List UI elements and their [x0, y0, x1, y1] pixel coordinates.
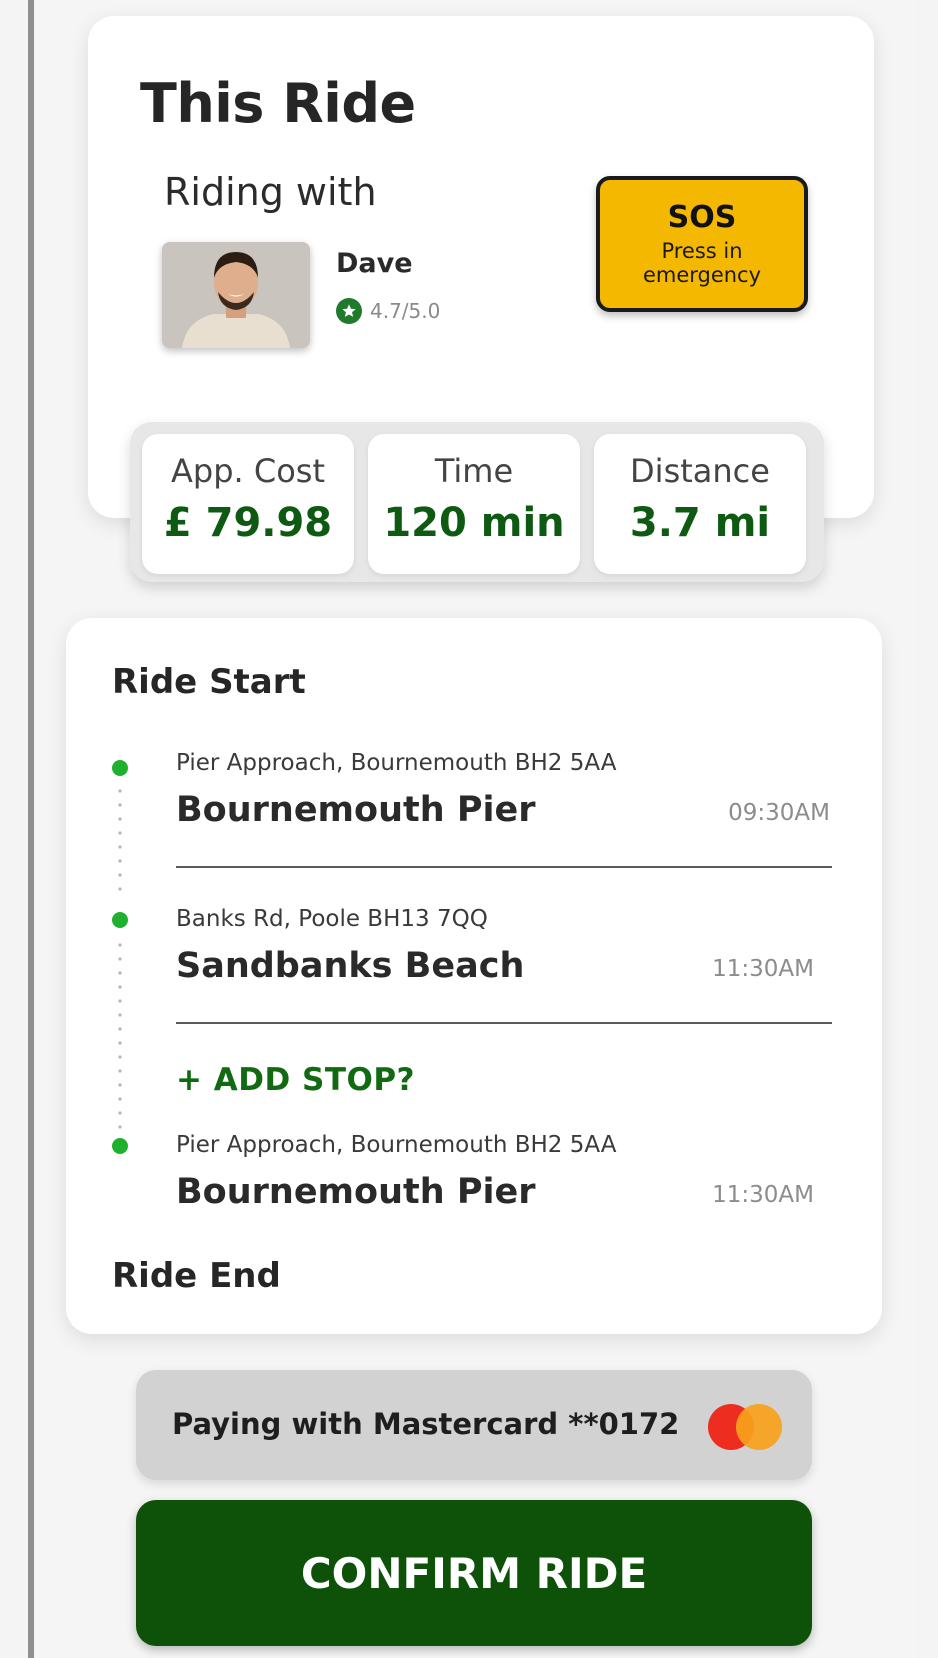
stop-name[interactable]: Sandbanks Beach: [176, 946, 524, 986]
stat-value: £ 79.98: [163, 500, 333, 546]
stat-time: Time 120 min: [368, 434, 580, 574]
add-stop-button[interactable]: + ADD STOP?: [176, 1062, 415, 1098]
sos-subtitle: Press in emergency: [642, 239, 762, 287]
mastercard-icon: [708, 1404, 782, 1450]
stop-address: Pier Approach, Bournemouth BH2 5AA: [176, 1132, 617, 1158]
route-connector: [118, 784, 122, 900]
sos-title: SOS: [667, 200, 737, 235]
stop-name[interactable]: Bournemouth Pier: [176, 1172, 535, 1212]
stop-dot-icon: [112, 1138, 128, 1154]
sos-button[interactable]: SOS Press in emergency: [596, 176, 808, 312]
stop-time: 11:30AM: [712, 956, 814, 982]
driver-name: Dave: [336, 248, 413, 279]
stop-address: Pier Approach, Bournemouth BH2 5AA: [176, 750, 617, 776]
rating-value: 4.7/5.0: [370, 299, 441, 323]
stop-address: Banks Rd, Poole BH13 7QQ: [176, 906, 488, 932]
stat-value: 3.7 mi: [629, 500, 771, 546]
stat-cost: App. Cost £ 79.98: [142, 434, 354, 574]
stat-label: Time: [434, 452, 514, 490]
star-icon: [336, 298, 362, 324]
driver-photo-icon: [162, 242, 310, 348]
payment-method-label: Paying with Mastercard **0172: [172, 1407, 680, 1441]
confirm-ride-button[interactable]: CONFIRM RIDE: [136, 1500, 812, 1646]
page-title: This Ride: [140, 72, 416, 135]
ride-end-label: Ride End: [112, 1256, 281, 1296]
driver-rating: 4.7/5.0: [336, 296, 440, 326]
stop-name[interactable]: Bournemouth Pier: [176, 790, 535, 830]
stop-dot-icon: [112, 912, 128, 928]
stat-distance: Distance 3.7 mi: [594, 434, 806, 574]
route-connector: [118, 938, 122, 1136]
stop-dot-icon: [112, 760, 128, 776]
riding-with-label: Riding with: [164, 170, 377, 214]
driver-avatar: [162, 242, 310, 348]
stat-label: Distance: [630, 452, 770, 490]
stop-divider: [176, 1022, 832, 1024]
stop-time: 11:30AM: [712, 1182, 814, 1208]
stop-time: 09:30AM: [728, 800, 830, 826]
stat-label: App. Cost: [171, 452, 325, 490]
stop-divider: [176, 866, 832, 868]
ride-start-label: Ride Start: [112, 662, 306, 702]
stat-value: 120 min: [383, 500, 565, 546]
